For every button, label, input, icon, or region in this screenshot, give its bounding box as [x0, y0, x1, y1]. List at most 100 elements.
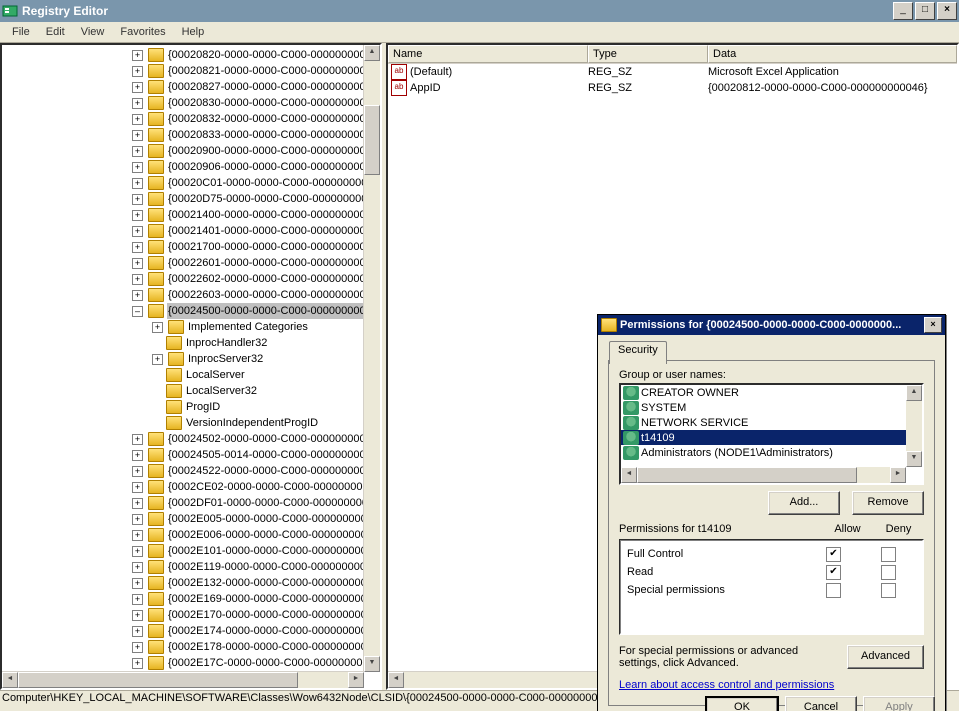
user-list[interactable]: CREATOR OWNERSYSTEMNETWORK SERVICEt14109…: [619, 383, 924, 485]
scroll-left-button[interactable]: ◄: [2, 672, 18, 688]
tree-item[interactable]: +{00022602-0000-0000-C000-000000000: [4, 271, 380, 287]
user-row[interactable]: Administrators (NODE1\Administrators): [621, 445, 922, 460]
apply-button[interactable]: Apply: [863, 696, 935, 711]
tree-item[interactable]: +{0002E169-0000-0000-C000-000000000: [4, 591, 380, 607]
expand-icon[interactable]: +: [132, 514, 143, 525]
menu-file[interactable]: File: [4, 24, 38, 40]
tab-security[interactable]: Security: [609, 341, 667, 364]
expand-icon[interactable]: +: [132, 466, 143, 477]
expand-icon[interactable]: –: [132, 306, 143, 317]
ok-button[interactable]: OK: [705, 696, 779, 711]
userlist-vscroll[interactable]: ▲ ▼: [906, 385, 922, 467]
tree-hscroll[interactable]: ◄ ►: [2, 671, 364, 688]
scroll-right-button[interactable]: ►: [890, 467, 906, 483]
expand-icon[interactable]: +: [132, 578, 143, 589]
allow-checkbox[interactable]: ✔: [826, 565, 841, 580]
expand-icon[interactable]: +: [132, 146, 143, 157]
expand-icon[interactable]: +: [132, 210, 143, 221]
expand-icon[interactable]: +: [132, 82, 143, 93]
dialog-close-button[interactable]: ×: [924, 317, 942, 333]
expand-icon[interactable]: +: [132, 642, 143, 653]
expand-icon[interactable]: +: [132, 482, 143, 493]
registry-tree[interactable]: +{00020820-0000-0000-C000-000000000+{000…: [2, 45, 380, 673]
expand-icon[interactable]: +: [132, 114, 143, 125]
user-row[interactable]: NETWORK SERVICE: [621, 415, 922, 430]
menu-edit[interactable]: Edit: [38, 24, 73, 40]
tree-item[interactable]: +{0002E005-0000-0000-C000-000000000: [4, 511, 380, 527]
expand-icon[interactable]: +: [132, 162, 143, 173]
tree-item[interactable]: +{00024502-0000-0000-C000-000000000: [4, 431, 380, 447]
expand-icon[interactable]: +: [132, 290, 143, 301]
scroll-up-button[interactable]: ▲: [906, 385, 922, 401]
expand-icon[interactable]: +: [132, 50, 143, 61]
tree-item[interactable]: +{0002E119-0000-0000-C000-000000000: [4, 559, 380, 575]
tree-item[interactable]: +{00020833-0000-0000-C000-000000000: [4, 127, 380, 143]
expand-icon[interactable]: +: [132, 546, 143, 557]
tree-item[interactable]: +{00021401-0000-0000-C000-000000000: [4, 223, 380, 239]
tree-item[interactable]: +{00021400-0000-0000-C000-000000000: [4, 207, 380, 223]
deny-checkbox[interactable]: [881, 565, 896, 580]
tree-item[interactable]: +{00020906-0000-0000-C000-000000000: [4, 159, 380, 175]
expand-icon[interactable]: +: [132, 258, 143, 269]
expand-icon[interactable]: +: [132, 98, 143, 109]
tree-item[interactable]: +{0002E006-0000-0000-C000-000000000: [4, 527, 380, 543]
value-row[interactable]: ab(Default)REG_SZMicrosoft Excel Applica…: [388, 64, 957, 80]
expand-icon[interactable]: +: [152, 354, 163, 365]
maximize-button[interactable]: □: [915, 2, 935, 20]
dialog-title-bar[interactable]: Permissions for {00024500-0000-0000-C000…: [598, 315, 945, 335]
expand-icon[interactable]: +: [132, 498, 143, 509]
expand-icon[interactable]: +: [132, 610, 143, 621]
expand-icon[interactable]: +: [132, 274, 143, 285]
tree-item[interactable]: ·LocalServer32: [4, 383, 380, 399]
tree-item[interactable]: +{0002E17C-0000-0000-C000-000000000: [4, 655, 380, 671]
expand-icon[interactable]: +: [132, 594, 143, 605]
scroll-down-button[interactable]: ▼: [906, 451, 922, 467]
deny-checkbox[interactable]: [881, 583, 896, 598]
col-type[interactable]: Type: [588, 45, 708, 63]
expand-icon[interactable]: +: [132, 66, 143, 77]
tree-item[interactable]: +{0002DF01-0000-0000-C000-000000000: [4, 495, 380, 511]
expand-icon[interactable]: +: [132, 226, 143, 237]
value-list[interactable]: ab(Default)REG_SZMicrosoft Excel Applica…: [388, 64, 957, 96]
userlist-hscroll[interactable]: ◄ ►: [621, 467, 906, 483]
tree-item[interactable]: +{00020900-0000-0000-C000-000000000: [4, 143, 380, 159]
scroll-thumb-h[interactable]: [18, 672, 298, 688]
col-data[interactable]: Data: [708, 45, 957, 63]
tree-item[interactable]: +{00024522-0000-0000-C000-000000000: [4, 463, 380, 479]
expand-icon[interactable]: +: [132, 450, 143, 461]
col-name[interactable]: Name: [388, 45, 588, 63]
menu-favorites[interactable]: Favorites: [112, 24, 173, 40]
allow-checkbox[interactable]: ✔: [826, 547, 841, 562]
scroll-thumb[interactable]: [364, 105, 380, 175]
tree-item[interactable]: +{00022601-0000-0000-C000-000000000: [4, 255, 380, 271]
tree-item[interactable]: +{00020827-0000-0000-C000-000000000: [4, 79, 380, 95]
tree-item[interactable]: +{0002E170-0000-0000-C000-000000000: [4, 607, 380, 623]
user-row[interactable]: SYSTEM: [621, 400, 922, 415]
tree-item[interactable]: +{00020C01-0000-0000-C000-000000000: [4, 175, 380, 191]
tree-item[interactable]: +{00020832-0000-0000-C000-000000000: [4, 111, 380, 127]
tree-item[interactable]: +{00020821-0000-0000-C000-000000000: [4, 63, 380, 79]
menu-help[interactable]: Help: [174, 24, 213, 40]
tree-panel[interactable]: +{00020820-0000-0000-C000-000000000+{000…: [0, 43, 382, 690]
tree-item[interactable]: +{00020D75-0000-0000-C000-000000000: [4, 191, 380, 207]
tree-item[interactable]: +Implemented Categories: [4, 319, 380, 335]
tree-item[interactable]: +{0002E132-0000-0000-C000-000000000: [4, 575, 380, 591]
tree-item[interactable]: +{0002E101-0000-0000-C000-000000000: [4, 543, 380, 559]
tree-item[interactable]: +{00024505-0014-0000-C000-000000000: [4, 447, 380, 463]
help-link[interactable]: Learn about access control and permissio…: [619, 679, 834, 691]
expand-icon[interactable]: +: [132, 194, 143, 205]
tree-item[interactable]: +{0002CE02-0000-0000-C000-000000000: [4, 479, 380, 495]
scroll-up-button[interactable]: ▲: [364, 45, 380, 61]
tree-item[interactable]: +InprocServer32: [4, 351, 380, 367]
tree-item[interactable]: ·ProgID: [4, 399, 380, 415]
value-row[interactable]: abAppIDREG_SZ{00020812-0000-0000-C000-00…: [388, 80, 957, 96]
tree-item[interactable]: +{00022603-0000-0000-C000-000000000: [4, 287, 380, 303]
scroll-down-button[interactable]: ▼: [364, 656, 380, 672]
minimize-button[interactable]: _: [893, 2, 913, 20]
expand-icon[interactable]: +: [132, 530, 143, 541]
tree-item[interactable]: +{0002E174-0000-0000-C000-000000000: [4, 623, 380, 639]
allow-checkbox[interactable]: [826, 583, 841, 598]
scroll-right-button[interactable]: ►: [348, 672, 364, 688]
add-button[interactable]: Add...: [768, 491, 840, 515]
expand-icon[interactable]: +: [132, 434, 143, 445]
